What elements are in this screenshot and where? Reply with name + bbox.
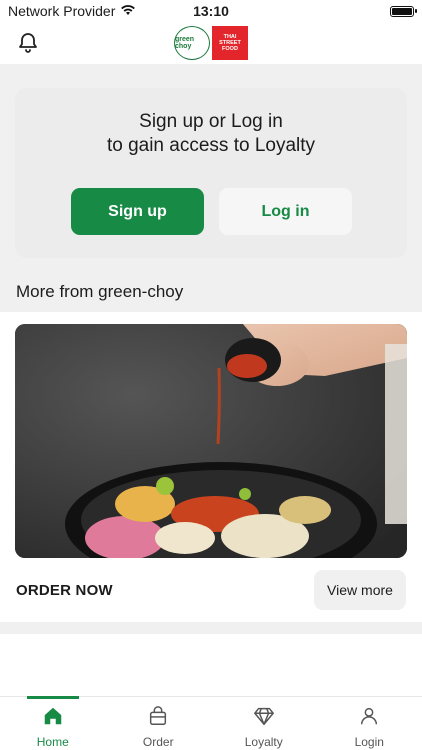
promo-card[interactable]: ORDER NOW View more: [0, 312, 422, 622]
wifi-icon: [120, 3, 136, 19]
tab-loyalty[interactable]: Loyalty: [211, 697, 317, 750]
tab-home-label: Home: [36, 735, 69, 749]
auth-title-line1: Sign up or Log in: [139, 111, 283, 132]
view-more-button[interactable]: View more: [314, 570, 406, 610]
carrier-label: Network Provider: [8, 3, 116, 19]
auth-title: Sign up or Log in to gain access to Loya…: [15, 110, 407, 158]
content-placeholder: [0, 634, 422, 696]
diamond-icon: [253, 705, 275, 735]
app-header: green choy THAI STREET FOOD: [0, 22, 422, 64]
brand-logo: green choy THAI STREET FOOD: [174, 25, 248, 61]
tab-order[interactable]: Order: [106, 697, 212, 750]
tab-loyalty-label: Loyalty: [244, 735, 283, 749]
status-bar: Network Provider 13:10: [0, 0, 422, 22]
status-left: Network Provider: [8, 3, 136, 19]
tab-home[interactable]: Home: [0, 696, 106, 750]
section-title: More from green-choy: [16, 282, 184, 301]
user-icon: [358, 705, 380, 735]
home-icon: [42, 705, 64, 735]
green-choy-logo: green choy: [174, 26, 210, 60]
main-content: Sign up or Log in to gain access to Loya…: [0, 64, 422, 696]
thai-street-food-logo: THAI STREET FOOD: [212, 26, 248, 60]
order-now-label: ORDER NOW: [16, 582, 113, 599]
battery-icon: [390, 5, 417, 17]
auth-title-line2: to gain access to Loyalty: [106, 135, 316, 156]
auth-card: Sign up or Log in to gain access to Loya…: [15, 88, 407, 258]
login-button[interactable]: Log in: [219, 188, 352, 235]
bag-icon: [147, 705, 169, 735]
tab-login-label: Login: [354, 735, 384, 749]
green-choy-logo-text: green choy: [175, 36, 195, 50]
tab-login[interactable]: Login: [317, 697, 422, 750]
tab-bar: Home Order Loyalty Login: [0, 696, 422, 750]
signup-button[interactable]: Sign up: [71, 188, 204, 235]
active-tab-indicator: [27, 696, 79, 699]
tab-order-label: Order: [142, 735, 174, 749]
bell-icon[interactable]: [16, 30, 40, 54]
promo-food-image[interactable]: [15, 324, 407, 558]
